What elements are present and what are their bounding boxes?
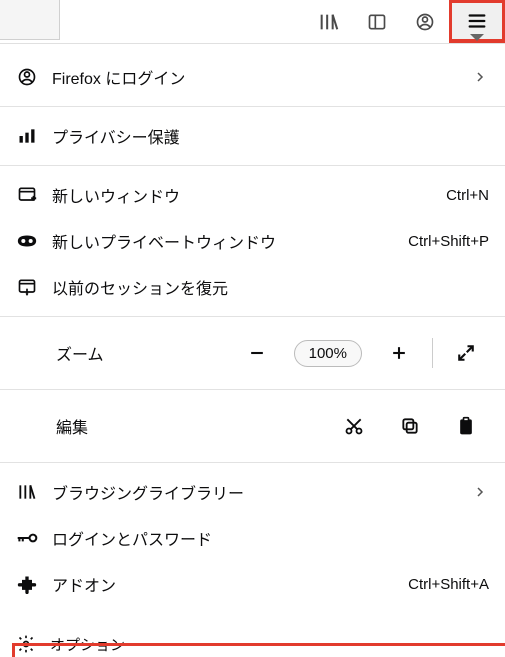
paste-icon [456, 416, 476, 436]
cut-button[interactable] [331, 408, 377, 444]
zoom-controls-row: ズーム 100% [0, 323, 505, 383]
chevron-right-icon [471, 71, 489, 83]
menu-label: ログインとパスワード [52, 526, 489, 550]
separator [0, 389, 505, 390]
menu-item-logins[interactable]: ログインとパスワード [0, 515, 505, 561]
menu-label: プライバシー保護 [52, 124, 489, 148]
library-icon [318, 11, 340, 33]
library-toolbar-button[interactable] [305, 0, 353, 43]
edit-label: 編集 [56, 414, 88, 438]
keyboard-shortcut: Ctrl+Shift+P [408, 233, 489, 250]
plus-icon [389, 343, 409, 363]
account-icon [415, 12, 435, 32]
copy-icon [400, 416, 420, 436]
zoom-level-display[interactable]: 100% [294, 340, 362, 367]
tab-spacer [0, 0, 60, 40]
menu-item-addons[interactable]: アドオン Ctrl+Shift+A [0, 561, 505, 607]
keyboard-shortcut: Ctrl+N [446, 187, 489, 204]
separator [0, 165, 505, 166]
separator [0, 462, 505, 463]
menu-label: 新しいプライベートウィンドウ [52, 229, 394, 253]
menu-label: 以前のセッションを復元 [52, 275, 489, 299]
zoom-out-button[interactable] [234, 335, 280, 371]
keyboard-shortcut: Ctrl+Shift+A [408, 576, 489, 593]
menu-label: 新しいウィンドウ [52, 183, 432, 207]
paste-button[interactable] [443, 408, 489, 444]
account-toolbar-button[interactable] [401, 0, 449, 43]
addons-icon [16, 574, 38, 594]
private-mask-icon [16, 234, 38, 248]
menu-item-privacy[interactable]: プライバシー保護 [0, 113, 505, 159]
menu-label: Firefox にログイン [52, 65, 457, 89]
menu-item-restore-session[interactable]: 以前のセッションを復元 [0, 264, 505, 310]
edit-controls-row: 編集 [0, 396, 505, 456]
key-icon [16, 531, 38, 545]
sidebar-icon [367, 12, 387, 32]
browser-toolbar [0, 0, 505, 44]
new-window-icon [16, 185, 38, 205]
menu-item-new-window[interactable]: 新しいウィンドウ Ctrl+N [0, 172, 505, 218]
fullscreen-icon [457, 344, 475, 362]
minus-icon [247, 343, 267, 363]
app-menu-panel: Firefox にログイン プライバシー保護 [0, 44, 505, 607]
separator [0, 316, 505, 317]
zoom-label: ズーム [56, 341, 104, 365]
cut-icon [344, 416, 364, 436]
account-icon [16, 67, 38, 87]
zoom-in-button[interactable] [376, 335, 422, 371]
divider [432, 338, 433, 368]
fullscreen-button[interactable] [443, 335, 489, 371]
sidebar-toolbar-button[interactable] [353, 0, 401, 43]
restore-session-icon [16, 277, 38, 297]
menu-label: アドオン [52, 572, 394, 596]
menu-label: ブラウジングライブラリー [52, 480, 457, 504]
copy-button[interactable] [387, 408, 433, 444]
library-icon [16, 482, 38, 502]
app-menu-button[interactable] [449, 0, 505, 43]
menu-item-new-private-window[interactable]: 新しいプライベートウィンドウ Ctrl+Shift+P [0, 218, 505, 264]
hamburger-icon [466, 10, 488, 32]
menu-item-library[interactable]: ブラウジングライブラリー [0, 469, 505, 515]
chevron-right-icon [471, 486, 489, 498]
menu-item-firefox-login[interactable]: Firefox にログイン [0, 54, 505, 100]
chart-icon [16, 126, 38, 146]
separator [0, 106, 505, 107]
highlight-annotation [12, 643, 505, 657]
